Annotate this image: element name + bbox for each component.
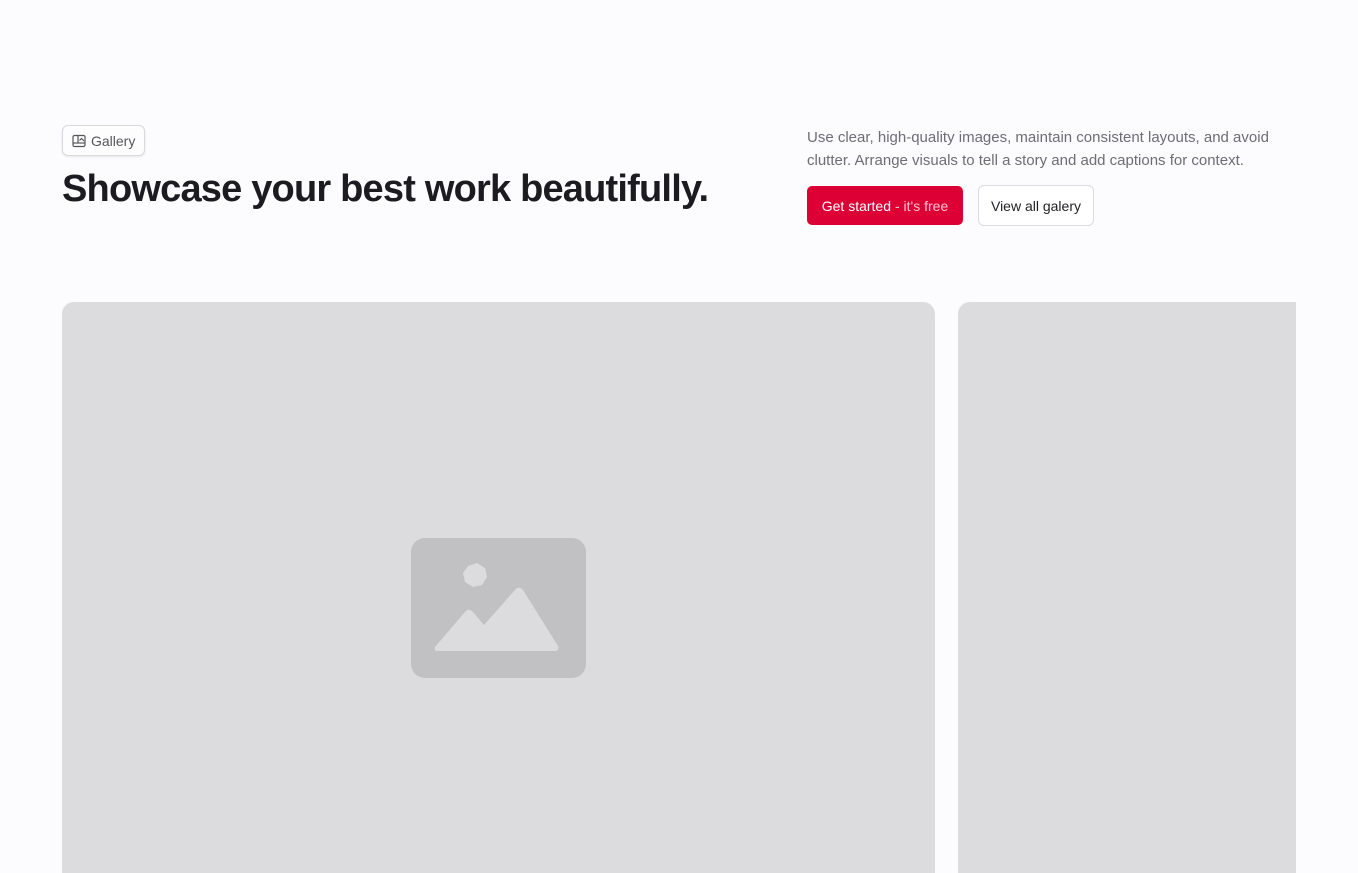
get-started-suffix: - it's free <box>895 197 949 214</box>
gallery-icon <box>72 134 86 148</box>
image-placeholder-icon <box>411 538 586 678</box>
section-description: Use clear, high-quality images, maintain… <box>807 129 1269 169</box>
page-title: Showcase your best work beautifully. <box>62 168 709 210</box>
view-all-gallery-button[interactable]: View all galery <box>978 185 1094 226</box>
get-started-label: Get started <box>821 197 891 214</box>
gallery-badge-label: Gallery <box>91 132 136 149</box>
gallery-card[interactable] <box>958 302 1296 873</box>
gallery-badge: Gallery <box>62 125 146 156</box>
gallery-section: Gallery Showcase your best work beautifu… <box>0 0 1358 873</box>
gallery-card[interactable] <box>62 302 935 873</box>
get-started-button[interactable]: Get started - it's free <box>807 186 963 225</box>
